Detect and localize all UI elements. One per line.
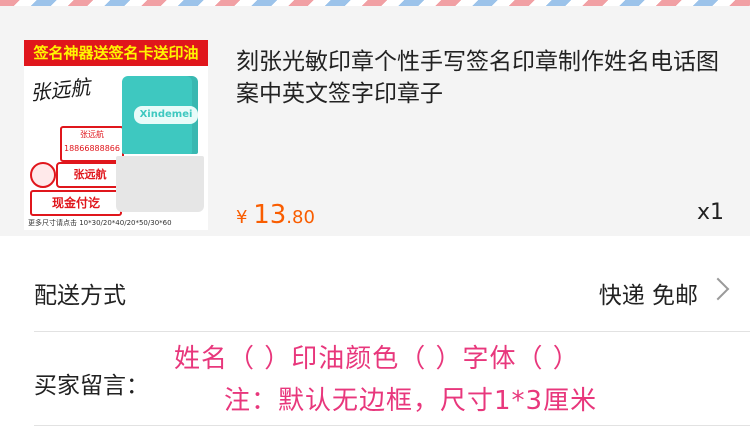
thumbnail-stamp-phone: 张远航 18866888866 (60, 126, 124, 162)
thumbnail-banner: 签名神器送签名卡送印油 (24, 40, 208, 66)
price-decimal: .80 (286, 207, 315, 228)
stamp-device-top: Xindemei (122, 76, 198, 154)
delivery-row[interactable]: 配送方式 快递 免邮 (0, 236, 750, 334)
price-symbol: ¥ (236, 207, 248, 228)
product-thumbnail[interactable]: 签名神器送签名卡送印油 张远航 张远航 18866888866 张远航 现金付讫… (24, 40, 208, 230)
delivery-label: 配送方式 (34, 283, 126, 309)
delivery-value: 快递 免邮 (598, 283, 698, 309)
price-main: 13 (253, 200, 287, 230)
product-quantity: x1 (696, 200, 724, 225)
chevron-right-icon[interactable] (706, 277, 730, 301)
stamp-device-image: Xindemei (116, 76, 204, 212)
buyer-message-input-line2[interactable]: 注：默认无边框，尺寸1*3厘米 (224, 380, 597, 417)
stamp-device-base (116, 156, 204, 212)
product-card[interactable]: 签名神器送签名卡送印油 张远航 张远航 18866888866 张远航 现金付讫… (0, 6, 750, 236)
thumbnail-signature: 张远航 (29, 74, 92, 106)
thumbnail-stamp-name: 张远航 (56, 162, 124, 188)
cat-icon (30, 162, 56, 188)
product-title[interactable]: 刻张光敏印章个性手写签名印章制作姓名电话图案中英文签字印章子 (236, 46, 726, 110)
thumbnail-size-note: 更多尺寸请点击 10*30/20*40/20*50/30*60 (28, 219, 172, 227)
buyer-message-label: 买家留言： (34, 373, 149, 399)
thumbnail-stamp-paid: 现金付讫 (30, 190, 122, 216)
product-price: ¥ 13.80 (236, 200, 315, 230)
stamp-device-brand: Xindemei (134, 106, 198, 124)
buyer-message-input-line1[interactable]: 姓名（ ）印油颜色（ ）字体（ ） (174, 338, 580, 375)
stamp-name: 张远航 (80, 130, 104, 139)
stamp-phone: 18866888866 (64, 144, 120, 153)
row-divider-bottom (34, 425, 750, 426)
buyer-message-row[interactable]: 买家留言： 姓名（ ）印油颜色（ ）字体（ ） 注：默认无边框，尺寸1*3厘米 (0, 332, 750, 428)
